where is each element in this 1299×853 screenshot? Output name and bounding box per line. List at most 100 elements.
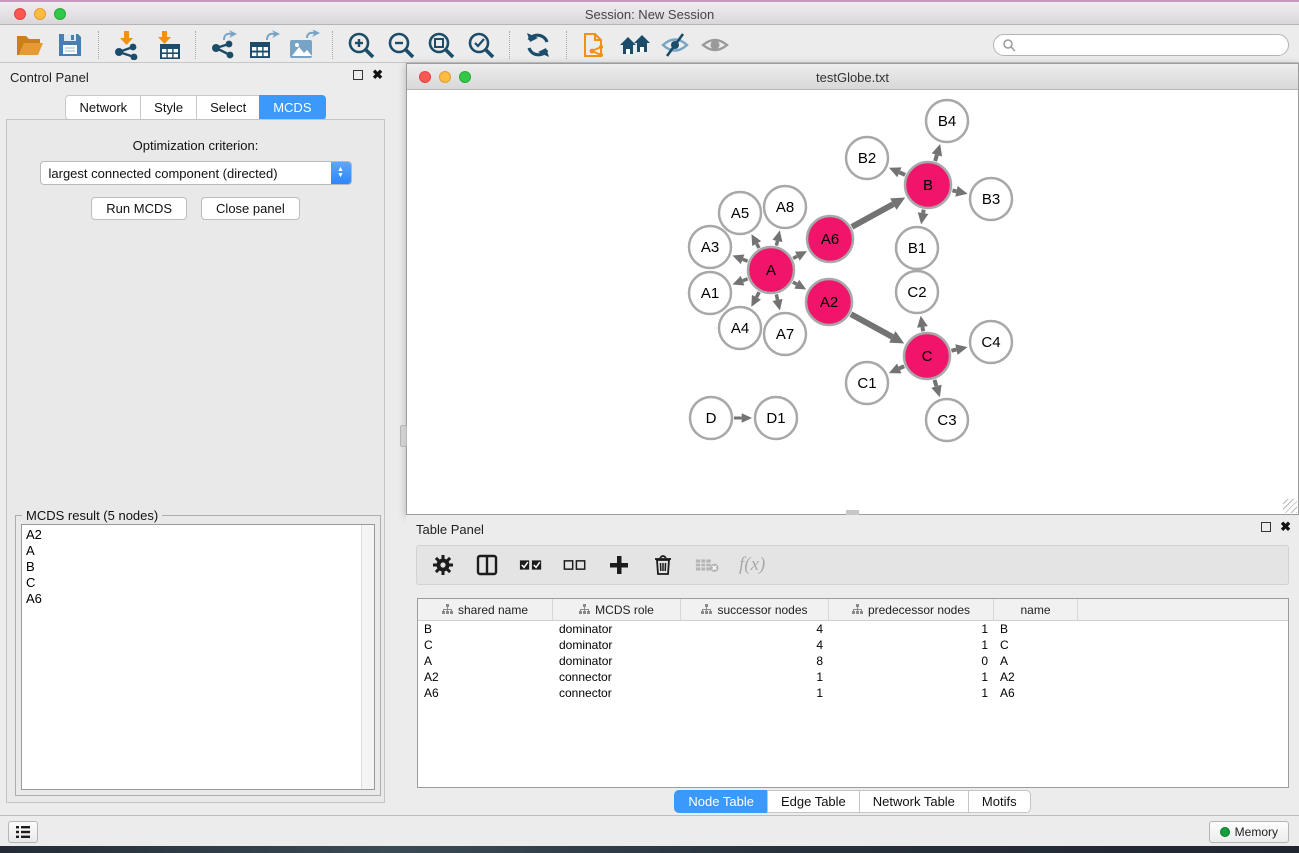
graph-node-A4[interactable]: A4 xyxy=(719,307,761,349)
graph-node-C[interactable]: C xyxy=(904,333,950,379)
mcds-result-item[interactable]: A6 xyxy=(26,591,370,607)
graph-edge-D-D1[interactable] xyxy=(734,413,752,423)
memory-button[interactable]: Memory xyxy=(1209,821,1289,843)
split-pane-handle[interactable] xyxy=(400,425,407,447)
graph-node-B4[interactable]: B4 xyxy=(926,100,968,142)
table-row[interactable]: Cdominator41C xyxy=(418,637,1288,653)
optimization-criterion-select[interactable]: largest connected component (directed) ▲… xyxy=(40,161,352,185)
mcds-result-item[interactable]: B xyxy=(26,559,370,575)
mcds-result-item[interactable]: A2 xyxy=(26,527,370,543)
mcds-result-item[interactable]: C xyxy=(26,575,370,591)
graph-node-C4[interactable]: C4 xyxy=(970,321,1012,363)
graph-node-B[interactable]: B xyxy=(905,162,951,208)
table-settings-gear-icon[interactable] xyxy=(431,553,455,577)
export-network-icon[interactable] xyxy=(204,29,244,61)
column-header-shared-name[interactable]: shared name xyxy=(418,599,553,620)
open-file-icon[interactable] xyxy=(10,29,50,61)
graph-edge-A-A3[interactable] xyxy=(732,255,747,265)
graph-edge-C-C1[interactable] xyxy=(889,364,904,374)
mcds-result-item[interactable]: A xyxy=(26,543,370,559)
show-columns-icon[interactable] xyxy=(475,553,499,577)
tab-edge-table[interactable]: Edge Table xyxy=(767,790,859,813)
graph-edge-A-A2[interactable] xyxy=(793,280,806,290)
zoom-selected-icon[interactable] xyxy=(461,29,501,61)
save-session-icon[interactable] xyxy=(50,29,90,61)
graph-node-A5[interactable]: A5 xyxy=(719,192,761,234)
new-network-from-file-icon[interactable] xyxy=(575,29,615,61)
graph-node-A8[interactable]: A8 xyxy=(764,186,806,228)
table-row[interactable]: Bdominator41B xyxy=(418,621,1288,637)
graph-node-A2[interactable]: A2 xyxy=(806,279,852,325)
graph-node-C3[interactable]: C3 xyxy=(926,399,968,441)
graph-node-A7[interactable]: A7 xyxy=(764,313,806,355)
graph-node-A3[interactable]: A3 xyxy=(689,226,731,268)
import-table-icon[interactable] xyxy=(147,29,187,61)
zoom-in-icon[interactable] xyxy=(341,29,381,61)
close-panel-icon[interactable]: ✖ xyxy=(372,70,383,80)
export-table-icon[interactable] xyxy=(244,29,284,61)
column-header-successor-nodes[interactable]: successor nodes xyxy=(681,599,829,620)
tab-select[interactable]: Select xyxy=(196,95,259,120)
mcds-list-scrollbar[interactable] xyxy=(361,525,374,789)
graph-node-A[interactable]: A xyxy=(748,247,794,293)
table-row[interactable]: A2connector11A2 xyxy=(418,669,1288,685)
column-header-predecessor-nodes[interactable]: predecessor nodes xyxy=(829,599,994,620)
tab-motifs[interactable]: Motifs xyxy=(968,790,1031,813)
zoom-fit-icon[interactable] xyxy=(421,29,461,61)
graph-edge-C-C4[interactable] xyxy=(951,344,967,355)
graph-edge-B-B2[interactable] xyxy=(889,167,905,177)
graph-edge-A-A1[interactable] xyxy=(732,276,747,286)
graph-edge-A-A6[interactable] xyxy=(793,251,807,261)
tab-network-table[interactable]: Network Table xyxy=(859,790,968,813)
task-history-button[interactable] xyxy=(8,821,38,843)
graph-edge-B-B3[interactable] xyxy=(952,186,967,197)
hide-selected-icon[interactable] xyxy=(655,29,695,61)
network-canvas[interactable]: B4 B2 B B3 A8A5 A6 A3 B1 A A1 C2 A2 A4A7 C4 C C1 C3 D D1 xyxy=(407,90,1298,514)
export-image-icon[interactable] xyxy=(284,29,324,61)
tab-mcds[interactable]: MCDS xyxy=(259,95,325,120)
graph-edge-B-B4[interactable] xyxy=(932,144,942,161)
table-row[interactable]: Adominator80A xyxy=(418,653,1288,669)
graph-edge-B-B1[interactable] xyxy=(918,210,929,225)
import-network-icon[interactable] xyxy=(107,29,147,61)
float-table-panel-icon[interactable] xyxy=(1261,522,1271,532)
close-table-panel-icon[interactable]: ✖ xyxy=(1280,522,1291,532)
window-resize-grip[interactable] xyxy=(1283,499,1297,513)
graph-node-C2[interactable]: C2 xyxy=(896,271,938,313)
run-mcds-button[interactable]: Run MCDS xyxy=(91,197,187,220)
close-panel-button[interactable]: Close panel xyxy=(201,197,300,220)
tab-network[interactable]: Network xyxy=(65,95,140,120)
graph-node-B2[interactable]: B2 xyxy=(846,137,888,179)
column-header-MCDS-role[interactable]: MCDS role xyxy=(553,599,681,620)
delete-column-trash-icon[interactable] xyxy=(651,553,675,577)
float-panel-icon[interactable] xyxy=(353,70,363,80)
graph-node-D[interactable]: D xyxy=(690,397,732,439)
graph-node-A1[interactable]: A1 xyxy=(689,272,731,314)
mcds-result-list[interactable]: A2ABCA6 xyxy=(21,524,375,790)
create-column-plus-icon[interactable] xyxy=(607,553,631,577)
tab-node-table[interactable]: Node Table xyxy=(674,790,767,813)
graph-edge-A-A4[interactable] xyxy=(751,292,761,307)
zoom-out-icon[interactable] xyxy=(381,29,421,61)
graph-edge-C-C2[interactable] xyxy=(917,316,928,332)
network-window-titlebar[interactable]: testGlobe.txt xyxy=(407,64,1298,90)
graph-node-A6[interactable]: A6 xyxy=(807,216,853,262)
search-input[interactable] xyxy=(993,34,1289,56)
first-neighbors-icon[interactable] xyxy=(615,29,655,61)
graph-node-C1[interactable]: C1 xyxy=(846,362,888,404)
graph-edge-A-A7[interactable] xyxy=(773,294,783,310)
unselect-all-columns-icon[interactable] xyxy=(563,553,587,577)
tab-style[interactable]: Style xyxy=(140,95,196,120)
graph-edge-A6-B[interactable] xyxy=(852,198,905,227)
graph-edge-C-C3[interactable] xyxy=(931,380,941,397)
graph-edge-A-A8[interactable] xyxy=(772,230,782,245)
column-header-name[interactable]: name xyxy=(994,599,1078,620)
graph-node-B1[interactable]: B1 xyxy=(896,227,938,269)
table-row[interactable]: A6connector11A6 xyxy=(418,685,1288,701)
refresh-icon[interactable] xyxy=(518,29,558,61)
graph-node-D1[interactable]: D1 xyxy=(755,397,797,439)
graph-edge-A-A5[interactable] xyxy=(751,234,761,248)
select-all-columns-icon[interactable] xyxy=(519,553,543,577)
graph-node-B3[interactable]: B3 xyxy=(970,178,1012,220)
graph-edge-A2-C[interactable] xyxy=(851,314,904,343)
